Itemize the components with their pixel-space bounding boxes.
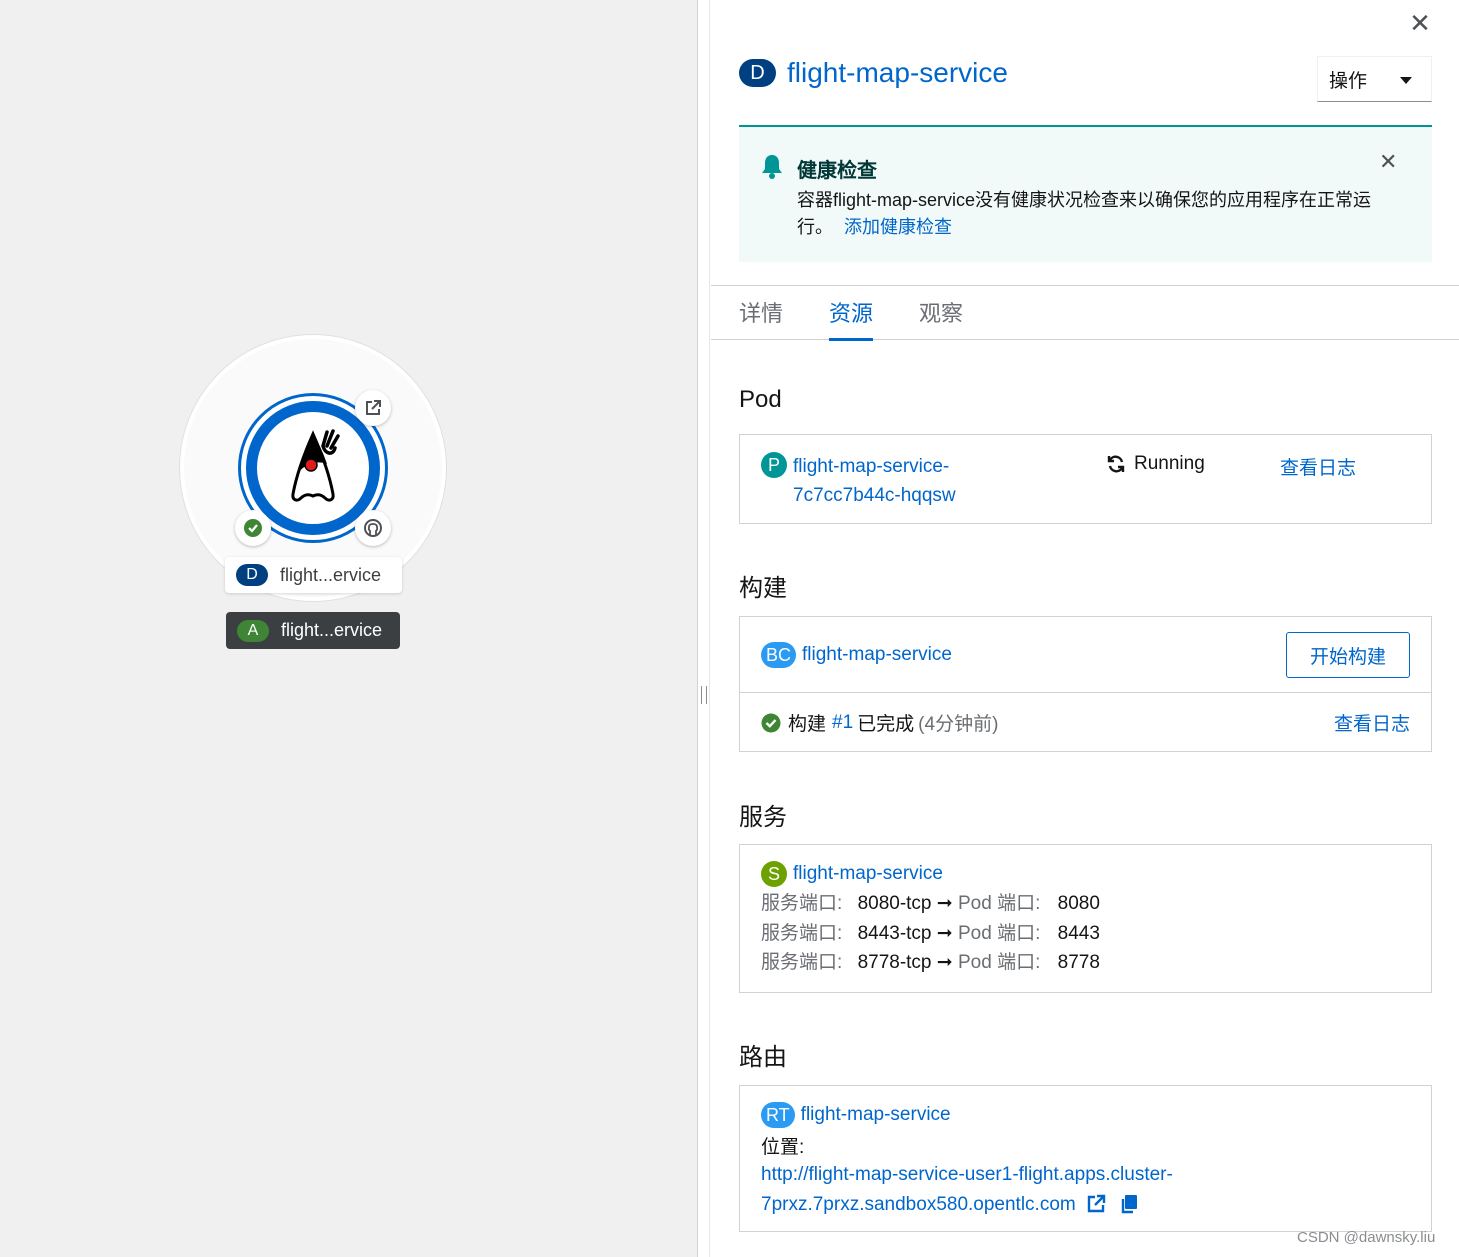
- alert-message: 容器flight-map-service没有健康状况检查来以确保您的应用程序在正…: [797, 187, 1397, 241]
- external-link-icon[interactable]: [1086, 1194, 1106, 1214]
- route-location-label: 位置:: [761, 1137, 805, 1158]
- bell-icon: [762, 155, 782, 179]
- build-card: BC flight-map-service 开始构建 构建 #1 已完成 (4分…: [739, 616, 1432, 752]
- build-view-logs-link[interactable]: 查看日志: [1334, 709, 1410, 736]
- tab-details[interactable]: 详情: [739, 296, 783, 338]
- pod-port-value: 8778: [1057, 952, 1100, 973]
- side-panel: ✕ D flight-map-service 操作 健康检查 ✕ 容器fligh…: [711, 0, 1459, 1257]
- pod-port-value: 8443: [1057, 922, 1100, 944]
- build-status-decorator[interactable]: [235, 510, 271, 546]
- resize-handle-icon[interactable]: [701, 686, 707, 704]
- check-circle-icon: [761, 713, 781, 732]
- alert-title: 健康检查: [797, 160, 877, 182]
- service-port-label: 服务端口:: [761, 952, 843, 973]
- service-port-value: 8080-tcp: [857, 893, 932, 914]
- service-badge: S: [761, 861, 787, 887]
- java-duke-icon: [291, 429, 340, 502]
- service-port-label: 服务端口:: [761, 922, 843, 944]
- deployment-badge: D: [236, 564, 268, 586]
- node-name: flight...ervice: [280, 564, 382, 585]
- close-panel-button[interactable]: ✕: [1407, 10, 1433, 36]
- actions-label: 操作: [1329, 70, 1368, 92]
- alert-close-button[interactable]: ✕: [1379, 149, 1397, 175]
- open-url-decorator[interactable]: [355, 390, 391, 426]
- pod-port-label: Pod 端口:: [958, 922, 1041, 944]
- service-ports-list: 服务端口: 8080-tcp ➞ Pod 端口: 8080 服务端口: 8443…: [761, 889, 1100, 978]
- pod-name-line1: flight-map-service-: [793, 456, 950, 477]
- pod-name-line2: 7c7cc7b44c-hqqsw: [793, 485, 956, 506]
- tab-resources[interactable]: 资源: [829, 296, 874, 341]
- build-config-badge: BC: [761, 642, 797, 668]
- build-run-prefix: 构建: [788, 714, 827, 735]
- actions-dropdown[interactable]: 操作: [1317, 56, 1432, 102]
- service-port-label: 服务端口:: [761, 893, 843, 914]
- build-config-item: BC flight-map-service: [761, 642, 952, 668]
- node-label[interactable]: D flight...ervice: [225, 557, 402, 593]
- pod-port-value: 8080: [1057, 893, 1100, 914]
- pod-item: P flight-map-service- 7c7cc7b44c-hqqsw: [761, 452, 956, 510]
- port-row: 服务端口: 8778-tcp ➞ Pod 端口: 8778: [761, 948, 1100, 978]
- route-heading: 路由: [739, 1044, 787, 1071]
- build-run-number-link[interactable]: #1: [832, 712, 853, 734]
- pod-status: Running: [1106, 453, 1205, 475]
- route-url-row2: 7prxz.7prxz.sandbox580.opentlc.com: [761, 1190, 1173, 1220]
- port-row: 服务端口: 8443-tcp ➞ Pod 端口: 8443: [761, 919, 1100, 949]
- build-divider: [740, 692, 1431, 693]
- route-item: RT flight-map-service: [761, 1102, 951, 1128]
- pod-port-label: Pod 端口:: [958, 893, 1041, 914]
- route-url: http://flight-map-service-user1-flight.a…: [761, 1160, 1173, 1219]
- sync-icon: [1107, 455, 1125, 473]
- topology-canvas[interactable]: D flight...ervice A flight...ervice: [0, 0, 697, 1257]
- add-health-check-link[interactable]: 添加健康检查: [844, 217, 952, 237]
- pod-port-label: Pod 端口:: [958, 952, 1041, 973]
- service-port-value: 8778-tcp: [857, 952, 932, 973]
- source-code-decorator[interactable]: [355, 510, 391, 546]
- build-heading: 构建: [739, 575, 787, 602]
- arrow-right-icon: ➞: [936, 952, 953, 973]
- external-link-icon: [366, 400, 381, 415]
- route-link[interactable]: flight-map-service: [801, 1104, 951, 1126]
- check-circle-icon: [244, 519, 262, 537]
- pod-link[interactable]: flight-map-service- 7c7cc7b44c-hqqsw: [793, 452, 956, 510]
- tab-observe[interactable]: 观察: [919, 296, 963, 338]
- watermark: CSDN @dawnsky.liu: [1297, 1229, 1436, 1246]
- service-card: S flight-map-service 服务端口: 8080-tcp ➞ Po…: [739, 844, 1432, 993]
- pod-view-logs-link[interactable]: 查看日志: [1280, 453, 1356, 480]
- route-card: RT flight-map-service 位置: http://flight-…: [739, 1085, 1432, 1232]
- application-badge: A: [237, 619, 269, 642]
- deployment-badge: D: [739, 59, 776, 87]
- route-url-line1[interactable]: http://flight-map-service-user1-flight.a…: [761, 1160, 1173, 1190]
- start-build-button[interactable]: 开始构建: [1286, 632, 1410, 678]
- arrow-right-icon: ➞: [936, 922, 953, 944]
- panel-resize-divider[interactable]: [697, 0, 710, 1257]
- application-name: flight...ervice: [281, 620, 383, 640]
- build-run-time: (4分钟前): [918, 714, 999, 735]
- port-row: 服务端口: 8080-tcp ➞ Pod 端口: 8080: [761, 889, 1100, 919]
- service-heading: 服务: [739, 804, 787, 831]
- panel-tabs: 详情 资源 观察: [711, 285, 1459, 341]
- service-port-value: 8443-tcp: [857, 922, 932, 944]
- pod-heading: Pod: [739, 386, 782, 413]
- pod-status-text: Running: [1134, 453, 1205, 474]
- application-label[interactable]: A flight...ervice: [226, 612, 400, 649]
- health-check-alert: 健康检查 ✕ 容器flight-map-service没有健康状况检查来以确保您…: [739, 125, 1432, 262]
- copy-icon[interactable]: [1120, 1194, 1138, 1214]
- service-link[interactable]: flight-map-service: [793, 863, 943, 885]
- pod-card: P flight-map-service- 7c7cc7b44c-hqqsw R…: [739, 434, 1432, 524]
- panel-header: D flight-map-service: [739, 57, 1008, 89]
- page-title[interactable]: flight-map-service: [787, 57, 1008, 89]
- build-config-link[interactable]: flight-map-service: [802, 644, 952, 666]
- route-badge: RT: [761, 1102, 795, 1128]
- build-run-item: 构建 #1 已完成 (4分钟前): [761, 709, 998, 736]
- pod-badge: P: [761, 452, 787, 478]
- service-item: S flight-map-service: [761, 861, 943, 887]
- route-url-line2[interactable]: 7prxz.7prxz.sandbox580.opentlc.com: [761, 1190, 1076, 1220]
- caret-down-icon: [1400, 77, 1412, 84]
- arrow-right-icon: ➞: [936, 893, 953, 914]
- github-icon: [364, 519, 382, 537]
- build-run-status: 已完成: [857, 714, 915, 735]
